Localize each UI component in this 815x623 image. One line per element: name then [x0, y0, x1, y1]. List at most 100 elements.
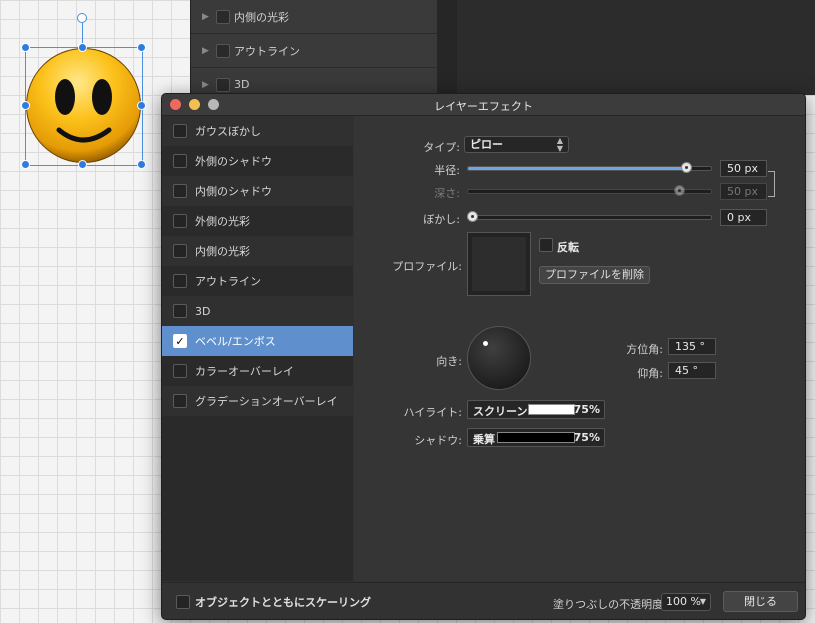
- effect-label: 3D: [195, 304, 211, 318]
- effect-item-inner-glow[interactable]: 内側の光彩: [162, 236, 353, 266]
- effect-checkbox[interactable]: [173, 364, 187, 378]
- azimuth-input[interactable]: 135 °: [668, 338, 716, 355]
- effect-item-gaussian-blur[interactable]: ガウスぼかし: [162, 116, 353, 146]
- shadow-label: シャドウ:: [414, 434, 462, 447]
- effect-item-outline[interactable]: アウトライン: [162, 266, 353, 296]
- resize-handle-r[interactable]: [137, 101, 146, 110]
- dialog-title: レイヤーエフェクト: [434, 100, 533, 113]
- selection-box: [25, 47, 143, 166]
- layer-effects-dialog: レイヤーエフェクト ガウスぼかし 外側のシャドウ 内側のシャドウ 外側の光彩 内…: [161, 93, 806, 620]
- shadow-opacity: 75%: [573, 431, 600, 444]
- depth-slider-knob[interactable]: [674, 185, 685, 196]
- background-layer-row[interactable]: ▶ アウトライン: [191, 34, 451, 68]
- radius-slider-fill: [468, 167, 685, 170]
- resize-handle-t[interactable]: [78, 43, 87, 52]
- effect-checkbox[interactable]: [173, 394, 187, 408]
- direction-dial[interactable]: [467, 326, 531, 390]
- background-effects-panel: ▶ 内側の光彩 ▶ アウトライン ▶ 3D: [190, 0, 451, 102]
- highlight-label: ハイライト:: [403, 406, 463, 419]
- depth-label: 深さ:: [434, 187, 460, 200]
- radius-input[interactable]: 50 px: [720, 160, 767, 177]
- direction-dial-indicator: [483, 341, 488, 346]
- effect-label: カラーオーバーレイ: [195, 365, 294, 378]
- effect-label: グラデーションオーバーレイ: [195, 395, 338, 408]
- elevation-label: 仰角:: [637, 367, 663, 380]
- resize-handle-tr[interactable]: [137, 43, 146, 52]
- effect-label: 内側の光彩: [195, 245, 250, 258]
- highlight-opacity: 75%: [573, 403, 600, 416]
- shadow-mode: 乗算: [473, 433, 495, 446]
- effects-list: ガウスぼかし 外側のシャドウ 内側のシャドウ 外側の光彩 内側の光彩 アウトライ…: [162, 116, 353, 581]
- dropdown-arrow-icon: ▼: [699, 597, 706, 606]
- effect-item-bevel-emboss[interactable]: ✓ ベベル/エンボス: [162, 326, 353, 356]
- fill-opacity-value: 100 %: [666, 595, 701, 608]
- panel-divider: [437, 0, 457, 95]
- effect-label: 内側のシャドウ: [195, 185, 272, 198]
- resize-handle-tl[interactable]: [21, 43, 30, 52]
- resize-handle-l[interactable]: [21, 101, 30, 110]
- blur-input[interactable]: 0 px: [720, 209, 767, 226]
- rotation-handle[interactable]: [77, 13, 87, 23]
- blur-label: ぼかし:: [423, 213, 460, 226]
- background-panel: [457, 0, 815, 95]
- highlight-color-swatch[interactable]: [528, 404, 575, 415]
- effect-checkbox[interactable]: [173, 124, 187, 138]
- invert-label: 反転: [557, 241, 579, 254]
- close-button[interactable]: 閉じる: [723, 591, 798, 612]
- profile-curve-editor[interactable]: [467, 232, 531, 296]
- expand-triangle-icon[interactable]: ▶: [202, 12, 216, 22]
- blur-slider-knob[interactable]: [467, 211, 478, 222]
- blur-slider[interactable]: [467, 215, 712, 220]
- expand-triangle-icon[interactable]: ▶: [202, 80, 216, 90]
- effect-checkbox[interactable]: [173, 154, 187, 168]
- effect-label: 外側のシャドウ: [195, 155, 272, 168]
- shadow-color-swatch[interactable]: [497, 432, 575, 443]
- effect-checkbox[interactable]: [173, 304, 187, 318]
- type-select[interactable]: ピロー ▲ ▼: [464, 136, 569, 153]
- scale-with-object-checkbox[interactable]: [176, 595, 190, 609]
- effect-item-outer-glow[interactable]: 外側の光彩: [162, 206, 353, 236]
- highlight-mode: スクリーン: [473, 405, 528, 418]
- effect-item-gradient-overlay[interactable]: グラデーションオーバーレイ: [162, 386, 353, 416]
- type-value: ピロー: [470, 138, 503, 151]
- resize-handle-bl[interactable]: [21, 160, 30, 169]
- type-label: タイプ:: [423, 141, 460, 154]
- fill-opacity-label: 塗りつぶしの不透明度:: [553, 598, 667, 611]
- dialog-titlebar[interactable]: レイヤーエフェクト: [162, 94, 805, 116]
- invert-checkbox[interactable]: [539, 238, 553, 252]
- depth-input[interactable]: 50 px: [720, 183, 767, 200]
- effect-label: ベベル/エンボス: [195, 335, 276, 348]
- expand-triangle-icon[interactable]: ▶: [202, 46, 216, 56]
- layer-checkbox[interactable]: [216, 9, 230, 24]
- effect-checkbox[interactable]: [173, 274, 187, 288]
- effect-settings-panel: タイプ: ピロー ▲ ▼ 半径: 50 px 深さ: 50 px ぼかし: 0 p…: [354, 116, 805, 581]
- link-icon[interactable]: [768, 171, 775, 197]
- effect-item-inner-shadow[interactable]: 内側のシャドウ: [162, 176, 353, 206]
- select-arrows-icon: ▲ ▼: [556, 136, 563, 153]
- azimuth-label: 方位角:: [626, 343, 663, 356]
- effect-checkbox[interactable]: [173, 244, 187, 258]
- effect-checkbox[interactable]: [173, 184, 187, 198]
- radius-slider-knob[interactable]: [681, 162, 692, 173]
- elevation-input[interactable]: 45 °: [668, 362, 716, 379]
- background-layer-label: 内側の光彩: [234, 10, 289, 24]
- effect-label: ガウスぼかし: [195, 125, 261, 138]
- background-layer-label: アウトライン: [234, 44, 300, 58]
- highlight-blend-field[interactable]: スクリーン 75%: [467, 400, 605, 419]
- effect-item-3d[interactable]: 3D: [162, 296, 353, 326]
- effect-label: アウトライン: [195, 275, 261, 288]
- profile-label: プロファイル:: [392, 260, 462, 273]
- layer-checkbox[interactable]: [216, 77, 230, 92]
- layer-checkbox[interactable]: [216, 43, 230, 58]
- background-layer-row[interactable]: ▶ 内側の光彩: [191, 0, 451, 34]
- delete-profile-button[interactable]: プロファイルを削除: [539, 266, 650, 284]
- effect-item-outer-shadow[interactable]: 外側のシャドウ: [162, 146, 353, 176]
- resize-handle-b[interactable]: [78, 160, 87, 169]
- shadow-blend-field[interactable]: 乗算 75%: [467, 428, 605, 447]
- effect-item-color-overlay[interactable]: カラーオーバーレイ: [162, 356, 353, 386]
- effect-checkbox[interactable]: [173, 214, 187, 228]
- effect-label: 外側の光彩: [195, 215, 250, 228]
- fill-opacity-select[interactable]: 100 % ▼: [661, 593, 711, 611]
- resize-handle-br[interactable]: [137, 160, 146, 169]
- effect-checkbox-checked[interactable]: ✓: [173, 334, 187, 348]
